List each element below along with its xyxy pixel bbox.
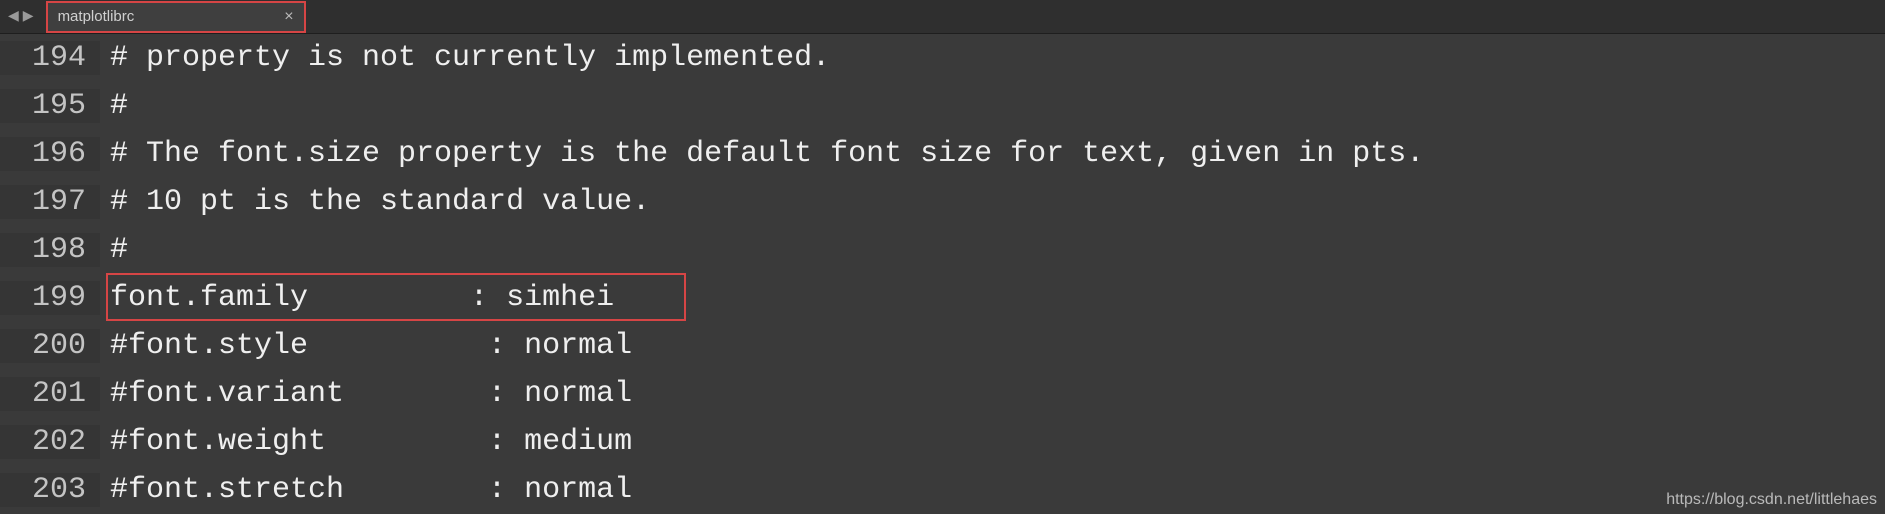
code-line: 202 #font.weight : medium (0, 418, 1885, 466)
file-tab[interactable]: matplotlibrc × (46, 1, 306, 33)
line-number: 202 (0, 425, 100, 459)
line-text[interactable]: # property is not currently implemented. (100, 41, 830, 75)
line-text[interactable]: # The font.size property is the default … (100, 137, 1424, 171)
line-text[interactable]: #font.weight : medium (100, 425, 632, 459)
line-text[interactable]: #font.variant : normal (100, 377, 632, 411)
line-text[interactable]: # 10 pt is the standard value. (100, 185, 650, 219)
code-line: 198 # (0, 226, 1885, 274)
line-number: 195 (0, 89, 100, 123)
file-tab-title: matplotlibrc (58, 8, 135, 25)
code-line: 195 # (0, 82, 1885, 130)
line-text[interactable]: font.family : simhei (100, 281, 614, 315)
close-icon[interactable]: × (284, 8, 293, 26)
line-number: 203 (0, 473, 100, 507)
code-line: 196 # The font.size property is the defa… (0, 130, 1885, 178)
code-line: 200 #font.style : normal (0, 322, 1885, 370)
line-text[interactable]: # (100, 233, 128, 267)
line-number: 194 (0, 41, 100, 75)
line-number: 197 (0, 185, 100, 219)
editor-area[interactable]: 194 # property is not currently implemen… (0, 34, 1885, 514)
line-number: 198 (0, 233, 100, 267)
code-line: 194 # property is not currently implemen… (0, 34, 1885, 82)
tab-bar: ◀ ▶ matplotlibrc × (0, 0, 1885, 34)
tab-nav-arrows: ◀ ▶ (0, 8, 42, 25)
watermark-text: https://blog.csdn.net/littlehaes (1666, 491, 1877, 509)
line-number: 201 (0, 377, 100, 411)
code-line: 203 #font.stretch : normal (0, 466, 1885, 514)
code-line: 201 #font.variant : normal (0, 370, 1885, 418)
line-text[interactable]: #font.style : normal (100, 329, 632, 363)
tab-prev-icon[interactable]: ◀ (6, 8, 21, 25)
line-text[interactable]: # (100, 89, 128, 123)
code-line: 199 font.family : simhei (0, 274, 1885, 322)
line-number: 199 (0, 281, 100, 315)
tab-next-icon[interactable]: ▶ (21, 8, 36, 25)
line-number: 200 (0, 329, 100, 363)
code-line: 197 # 10 pt is the standard value. (0, 178, 1885, 226)
line-number: 196 (0, 137, 100, 171)
line-text[interactable]: #font.stretch : normal (100, 473, 632, 507)
